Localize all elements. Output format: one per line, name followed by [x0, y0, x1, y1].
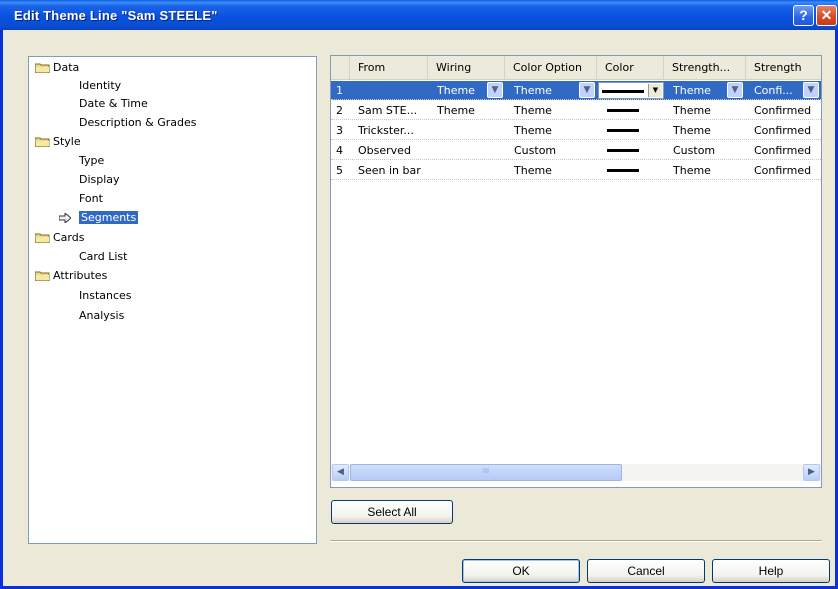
row-number: 2	[336, 104, 343, 117]
tree-folder-cards[interactable]: Cards	[32, 229, 84, 247]
settings-tree[interactable]: Data Identity Date & Time Description & …	[28, 56, 317, 544]
tree-item-analysis[interactable]: Analysis	[79, 307, 124, 325]
cell-from[interactable]: Sam STE...	[358, 101, 417, 120]
tree-item-segments[interactable]: Segments	[59, 209, 139, 227]
separator	[330, 540, 822, 542]
row-number: 4	[336, 144, 343, 157]
tree-item-description-grades[interactable]: Description & Grades	[79, 114, 197, 132]
cell-strength-option[interactable]: Custom	[673, 141, 715, 160]
row-number: 5	[336, 164, 343, 177]
row-number: 1	[336, 84, 343, 97]
color-picker[interactable]: ▼	[598, 82, 664, 99]
segments-grid[interactable]: From Wiring Color Option Color Strength.…	[330, 55, 822, 488]
strength-option-dropdown-button[interactable]: ▼	[727, 82, 743, 98]
cell-color-option[interactable]: Theme	[514, 101, 552, 120]
cell-strength[interactable]: Confirmed	[754, 161, 811, 180]
column-header-strength[interactable]: Strength	[746, 56, 821, 80]
tree-item-identity[interactable]: Identity	[79, 77, 121, 95]
cell-strength[interactable]: Confirmed	[754, 101, 811, 120]
select-all-button[interactable]: Select All	[331, 500, 453, 524]
tree-folder-style[interactable]: Style	[32, 133, 81, 151]
table-row[interactable]: 3 Trickster... Theme Theme Confirmed	[331, 121, 821, 140]
strength-dropdown-button[interactable]: ▼	[803, 82, 819, 98]
cell-from[interactable]: Trickster...	[358, 121, 414, 140]
cell-color-option[interactable]: Theme	[514, 121, 552, 140]
table-row[interactable]: 4 Observed Custom Custom Confirmed	[331, 141, 821, 160]
column-header-color-option[interactable]: Color Option	[505, 56, 597, 80]
ok-button[interactable]: OK	[462, 559, 580, 583]
chevron-down-icon[interactable]: ▼	[648, 84, 662, 97]
window-title: Edit Theme Line "Sam STEELE"	[14, 8, 218, 23]
cell-color-option[interactable]: Theme	[514, 81, 552, 100]
folder-icon	[35, 271, 50, 281]
help-button[interactable]: Help	[712, 559, 830, 583]
folder-icon	[35, 63, 50, 73]
cancel-button[interactable]: Cancel	[587, 559, 705, 583]
color-swatch[interactable]	[607, 129, 639, 132]
cell-from[interactable]: Observed	[358, 141, 411, 160]
column-header-strength-option[interactable]: Strength...	[664, 56, 746, 80]
column-header-from[interactable]: From	[350, 56, 428, 80]
tree-item-label: Type	[79, 154, 105, 167]
table-row[interactable]: 5 Seen in bar Theme Theme Confirmed	[331, 161, 821, 180]
column-header-color[interactable]: Color	[597, 56, 664, 80]
cell-strength-option[interactable]: Theme	[673, 81, 711, 100]
wiring-dropdown-button[interactable]: ▼	[487, 82, 503, 98]
table-row[interactable]: 1 Theme ▼ Theme ▼ ▼ Theme ▼ Confi... ▼	[331, 81, 821, 100]
title-bar[interactable]: Edit Theme Line "Sam STEELE" ? ✕	[0, 0, 838, 30]
folder-icon	[35, 137, 50, 147]
tree-folder-label: Attributes	[53, 269, 108, 282]
cell-from[interactable]: Seen in bar	[358, 161, 421, 180]
tree-item-date-time[interactable]: Date & Time	[79, 95, 148, 113]
tree-folder-data[interactable]: Data	[32, 59, 79, 77]
close-button[interactable]: ✕	[816, 5, 837, 26]
tree-item-label: Card List	[79, 250, 128, 263]
tree-item-label: Instances	[79, 289, 132, 302]
color-swatch[interactable]	[607, 149, 639, 152]
row-number: 3	[336, 124, 343, 137]
grid-header: From Wiring Color Option Color Strength.…	[331, 56, 821, 80]
tree-item-instances[interactable]: Instances	[79, 287, 132, 305]
tree-folder-attributes[interactable]: Attributes	[32, 267, 107, 285]
cell-strength[interactable]: Confi...	[754, 81, 802, 100]
color-swatch	[602, 90, 644, 93]
table-row[interactable]: 2 Sam STE... Theme Theme Theme Confirmed	[331, 101, 821, 120]
tree-item-label: Date & Time	[79, 97, 148, 110]
cell-color-option[interactable]: Custom	[514, 141, 556, 160]
tree-item-label: Analysis	[79, 309, 125, 322]
tree-item-label: Description & Grades	[79, 116, 197, 129]
column-header-wiring[interactable]: Wiring	[428, 56, 505, 80]
help-title-button[interactable]: ?	[793, 5, 814, 26]
scroll-right-button[interactable]: ▶	[803, 464, 820, 481]
cell-strength[interactable]: Confirmed	[754, 141, 811, 160]
tree-item-label: Identity	[79, 79, 122, 92]
cell-wiring[interactable]: Theme	[437, 81, 475, 100]
tree-item-font[interactable]: Font	[79, 190, 103, 208]
scroll-thumb[interactable]: III	[350, 464, 622, 481]
tree-item-label: Display	[79, 173, 120, 186]
tree-item-display[interactable]: Display	[79, 171, 120, 189]
cell-strength[interactable]: Confirmed	[754, 121, 811, 140]
folder-icon	[35, 233, 50, 243]
tree-item-card-list[interactable]: Card List	[79, 248, 127, 266]
current-arrow-icon	[59, 213, 71, 223]
scroll-left-button[interactable]: ◀	[332, 464, 349, 481]
color-swatch[interactable]	[607, 169, 639, 172]
cell-color-option[interactable]: Theme	[514, 161, 552, 180]
tree-folder-label: Data	[53, 61, 80, 74]
tree-folder-label: Style	[53, 135, 81, 148]
cell-strength-option[interactable]: Theme	[673, 101, 711, 120]
color-swatch[interactable]	[607, 109, 639, 112]
tree-item-label: Segments	[79, 211, 139, 224]
cell-wiring[interactable]: Theme	[437, 101, 475, 120]
tree-folder-label: Cards	[53, 231, 85, 244]
horizontal-scrollbar[interactable]: ◀ III ▶	[331, 464, 821, 481]
color-option-dropdown-button[interactable]: ▼	[579, 82, 595, 98]
cell-strength-option[interactable]: Theme	[673, 121, 711, 140]
row-number-header	[331, 56, 350, 80]
tree-item-label: Font	[79, 192, 103, 205]
scroll-grip-icon: III	[482, 467, 490, 475]
cell-strength-option[interactable]: Theme	[673, 161, 711, 180]
tree-item-type[interactable]: Type	[79, 152, 104, 170]
